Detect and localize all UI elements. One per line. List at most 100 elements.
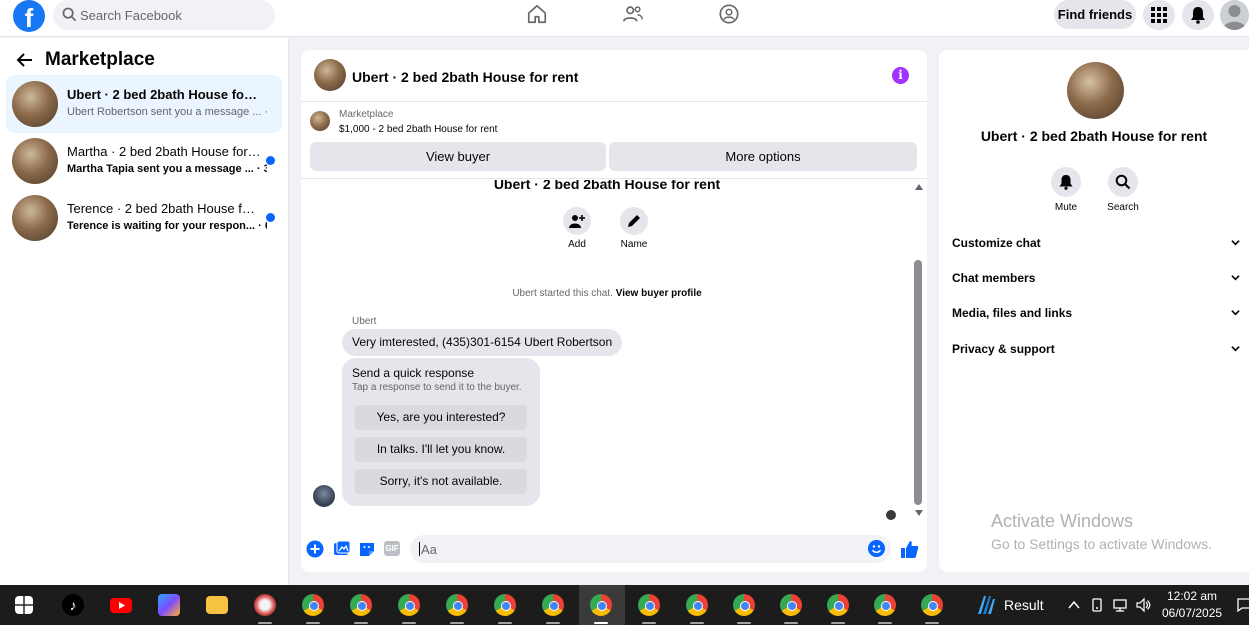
chrome-icon[interactable] — [874, 594, 896, 616]
friends-icon[interactable] — [622, 3, 644, 25]
chat-avatar[interactable] — [314, 59, 346, 91]
plus-circle-icon[interactable] — [306, 540, 324, 558]
scroll-up-arrow-icon[interactable] — [915, 184, 923, 190]
listing-thumbnail — [12, 81, 58, 127]
taskbar-result-label[interactable]: Result — [1004, 597, 1044, 613]
sender-avatar[interactable] — [313, 485, 335, 507]
scroll-thumb[interactable] — [914, 260, 922, 505]
mute-action[interactable]: Mute — [1041, 167, 1091, 213]
photo-icon[interactable] — [333, 540, 351, 558]
details-avatar[interactable] — [1067, 62, 1124, 119]
app-icon[interactable] — [254, 594, 276, 616]
more-options-button[interactable]: More options — [609, 142, 917, 171]
chat-details-panel: Ubert · 2 bed 2bath House for rent Mute … — [939, 50, 1249, 572]
search-icon — [62, 7, 77, 22]
copilot-icon[interactable] — [158, 594, 180, 616]
thread-scrollbar[interactable] — [912, 180, 925, 520]
youtube-icon[interactable] — [110, 598, 132, 613]
scroll-down-arrow-icon[interactable] — [915, 510, 923, 516]
emoji-icon[interactable] — [868, 540, 885, 557]
listing-source: Marketplace — [339, 109, 394, 120]
search-box[interactable] — [53, 0, 275, 30]
conversation-item[interactable]: Ubert · 2 bed 2bath House for rent Ubert… — [6, 75, 282, 133]
listing-thumbnail — [12, 195, 58, 241]
listing-price[interactable]: $1,000 - 2 bed 2bath House for rent — [339, 124, 497, 135]
message-composer: GIF — [301, 534, 927, 564]
chat-members-section[interactable]: Chat members — [952, 267, 1242, 289]
chrome-icon[interactable] — [302, 594, 324, 616]
media-files-links-section[interactable]: Media, files and links — [952, 302, 1242, 324]
quick-response-subtitle: Tap a response to send it to the buyer. — [352, 382, 522, 393]
conversation-title: Ubert · 2 bed 2bath House for rent — [67, 87, 262, 102]
add-person-icon — [569, 215, 585, 228]
conversation-item[interactable]: Terence · 2 bed 2bath House for rent Ter… — [6, 189, 282, 247]
message-box[interactable] — [410, 535, 891, 563]
feathers-logo-icon[interactable] — [974, 594, 996, 616]
conversation-item[interactable]: Martha · 2 bed 2bath House for rent Mart… — [6, 132, 282, 190]
privacy-support-section[interactable]: Privacy & support — [952, 338, 1242, 360]
listing-thumbnail — [12, 138, 58, 184]
sender-name: Ubert — [352, 316, 377, 327]
quick-reply-button[interactable]: In talks. I'll let you know. — [355, 437, 527, 462]
chrome-icon[interactable] — [446, 594, 468, 616]
listing-banner: Marketplace $1,000 - 2 bed 2bath House f… — [301, 103, 927, 179]
profile-avatar[interactable] — [1220, 0, 1249, 30]
conversation-snippet: Martha Tapia sent you a message ... · 3h — [67, 163, 267, 175]
chat-header: Ubert · 2 bed 2bath House for rent i — [301, 50, 927, 102]
message-input[interactable] — [419, 542, 859, 556]
chrome-icon[interactable] — [350, 594, 372, 616]
conversation-title: Terence · 2 bed 2bath House for rent — [67, 201, 262, 216]
quick-reply-button[interactable]: Yes, are you interested? — [355, 405, 527, 430]
message-thread[interactable]: Ubert · 2 bed 2bath House for rent Add N… — [301, 180, 927, 520]
home-icon[interactable] — [526, 3, 548, 25]
menu-button[interactable] — [1143, 0, 1175, 30]
windows-start-icon[interactable] — [15, 596, 33, 614]
chrome-icon[interactable] — [827, 594, 849, 616]
bell-icon — [1191, 7, 1205, 24]
gif-icon[interactable]: GIF — [384, 541, 400, 556]
message-bubble[interactable]: Very imterested, (435)301-6154 Ubert Rob… — [342, 329, 623, 356]
chrome-icon[interactable] — [686, 594, 708, 616]
view-buyer-profile-link[interactable]: View buyer profile — [616, 288, 702, 299]
chevron-down-icon — [1231, 240, 1240, 246]
network-icon[interactable] — [1112, 597, 1128, 613]
chrome-icon[interactable] — [494, 594, 516, 616]
view-buyer-button[interactable]: View buyer — [310, 142, 606, 171]
bell-icon — [1059, 175, 1073, 190]
notifications-button[interactable] — [1182, 0, 1214, 30]
activate-windows-title: Activate Windows — [991, 511, 1134, 531]
chrome-icon[interactable] — [921, 594, 943, 616]
chrome-icon[interactable] — [733, 594, 755, 616]
chat-title[interactable]: Ubert · 2 bed 2bath House for rent — [352, 69, 578, 85]
conversation-title: Martha · 2 bed 2bath House for rent — [67, 144, 262, 159]
chrome-icon[interactable] — [542, 594, 564, 616]
seen-indicator — [886, 510, 896, 520]
system-clock[interactable]: 12:02 am 06/07/2025 — [1162, 588, 1222, 622]
name-action[interactable]: Name — [614, 207, 654, 250]
file-explorer-icon[interactable] — [206, 596, 228, 614]
device-icon[interactable] — [1089, 597, 1105, 613]
chrome-icon[interactable] — [780, 594, 802, 616]
info-icon[interactable]: i — [892, 67, 909, 84]
search-action[interactable]: Search — [1098, 167, 1148, 213]
unread-dot — [266, 213, 275, 222]
find-friends-button[interactable]: Find friends — [1054, 0, 1136, 29]
notification-center-icon[interactable] — [1236, 597, 1249, 613]
like-thumb-icon[interactable] — [900, 540, 919, 559]
groups-icon[interactable] — [718, 3, 740, 25]
customize-chat-section[interactable]: Customize chat — [952, 232, 1242, 254]
chrome-icon[interactable] — [638, 594, 660, 616]
facebook-logo-icon[interactable]: f — [13, 0, 45, 32]
quick-reply-button[interactable]: Sorry, it's not available. — [355, 469, 527, 494]
search-input[interactable] — [80, 0, 265, 30]
tiktok-icon[interactable]: ♪ — [62, 594, 84, 616]
chevron-down-icon — [1231, 346, 1240, 352]
add-action[interactable]: Add — [557, 207, 597, 250]
sticker-icon[interactable] — [358, 540, 376, 558]
chat-started-notice: Ubert started this chat. View buyer prof… — [301, 288, 913, 299]
chrome-icon[interactable] — [398, 594, 420, 616]
chrome-icon[interactable] — [590, 594, 612, 616]
back-arrow-icon[interactable] — [16, 51, 34, 69]
volume-icon[interactable] — [1135, 597, 1151, 613]
chevron-up-icon[interactable] — [1066, 597, 1082, 613]
